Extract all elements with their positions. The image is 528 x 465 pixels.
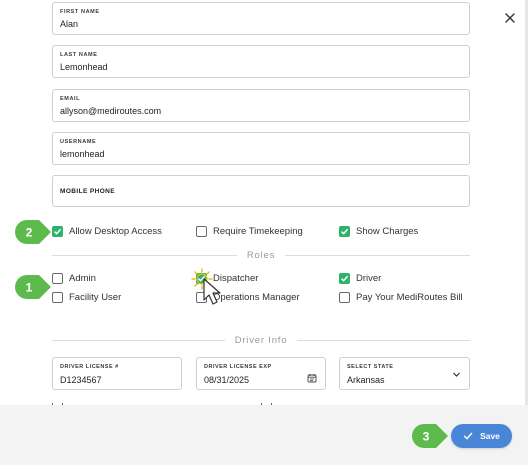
email-label: EMAIL: [60, 96, 81, 102]
callout-3-number: 3: [423, 430, 430, 444]
callout-1-number: 1: [26, 281, 33, 295]
chevron-down-icon: [453, 372, 460, 377]
driver-license-exp-label: DRIVER LICENSE EXP: [204, 364, 272, 370]
role-admin-checkbox[interactable]: Admin: [52, 272, 96, 284]
checkbox-box: [339, 272, 350, 284]
driver-license-exp-value: 08/31/2025: [204, 375, 250, 385]
divider-line: [297, 339, 470, 341]
close-icon: [505, 13, 515, 23]
callout-1: 1: [15, 275, 51, 299]
calendar-icon[interactable]: [307, 373, 317, 383]
save-button[interactable]: Save: [451, 424, 512, 448]
save-button-label: Save: [480, 431, 500, 441]
select-state-value: Arkansas: [347, 375, 385, 385]
checkbox-box: [52, 272, 63, 284]
close-button[interactable]: [501, 9, 519, 27]
show-charges-checkbox[interactable]: Show Charges: [339, 225, 418, 237]
checkbox-box: [196, 225, 207, 237]
allow-desktop-access-checkbox[interactable]: Allow Desktop Access: [52, 225, 162, 237]
last-name-field[interactable]: LAST NAME Lemonhead: [52, 45, 470, 78]
username-label: USERNAME: [60, 139, 97, 145]
select-state-dropdown[interactable]: SELECT STATE Arkansas: [339, 357, 470, 390]
allow-desktop-access-label: Allow Desktop Access: [69, 225, 162, 237]
last-name-value: Lemonhead: [60, 62, 108, 72]
divider-line: [285, 254, 471, 256]
first-name-field[interactable]: FIRST NAME Alan: [52, 2, 470, 35]
checkmark-icon: [53, 228, 62, 235]
checkmark-icon: [340, 275, 349, 282]
driver-license-number-field[interactable]: DRIVER LICENSE # D1234567: [52, 357, 182, 390]
callout-2: 2: [15, 220, 51, 244]
role-facility-user-checkbox[interactable]: Facility User: [52, 291, 121, 303]
first-name-value: Alan: [60, 19, 79, 29]
driver-license-exp-field[interactable]: DRIVER LICENSE EXP 08/31/2025: [196, 357, 326, 390]
require-timekeeping-label: Require Timekeeping: [213, 225, 303, 237]
divider-line: [52, 254, 237, 256]
email-field[interactable]: EMAIL allyson@mediroutes.com: [52, 89, 470, 122]
role-pay-bill-checkbox[interactable]: Pay Your MediRoutes Bill: [339, 291, 463, 303]
checkbox-box: [52, 291, 63, 303]
require-timekeeping-checkbox[interactable]: Require Timekeeping: [196, 225, 303, 237]
roles-heading: Roles: [246, 249, 276, 261]
driver-info-heading: Driver Info: [234, 334, 288, 346]
checkmark-icon: [463, 432, 473, 440]
driver-license-number-label: DRIVER LICENSE #: [60, 364, 119, 370]
driver-license-number-value: D1234567: [60, 375, 102, 385]
callout-2-number: 2: [26, 226, 33, 240]
email-value: allyson@mediroutes.com: [60, 106, 162, 116]
username-value: lemonhead: [60, 149, 105, 159]
mobile-phone-label: MOBILE PHONE: [60, 188, 115, 195]
callout-3: 3: [412, 424, 448, 448]
role-pay-bill-label: Pay Your MediRoutes Bill: [356, 291, 463, 303]
last-name-label: LAST NAME: [60, 52, 98, 58]
driver-info-divider: Driver Info: [52, 334, 470, 346]
show-charges-label: Show Charges: [356, 225, 419, 237]
role-operations-manager-label: Operations Manager: [213, 291, 300, 303]
roles-divider: Roles: [52, 249, 471, 261]
checkmark-icon: [340, 228, 349, 235]
select-state-label: SELECT STATE: [347, 364, 394, 370]
divider-line: [52, 339, 225, 341]
role-facility-user-label: Facility User: [69, 291, 122, 303]
role-driver-label: Driver: [356, 272, 382, 284]
checkbox-box: [339, 291, 350, 303]
role-admin-label: Admin: [69, 272, 96, 284]
checkbox-box: [339, 225, 350, 237]
username-field[interactable]: USERNAME lemonhead: [52, 132, 470, 165]
role-driver-checkbox[interactable]: Driver: [339, 272, 381, 284]
mouse-cursor-icon: [203, 278, 221, 305]
checkbox-box: [52, 225, 63, 237]
mobile-phone-field[interactable]: MOBILE PHONE: [52, 175, 470, 207]
first-name-label: FIRST NAME: [60, 9, 100, 15]
